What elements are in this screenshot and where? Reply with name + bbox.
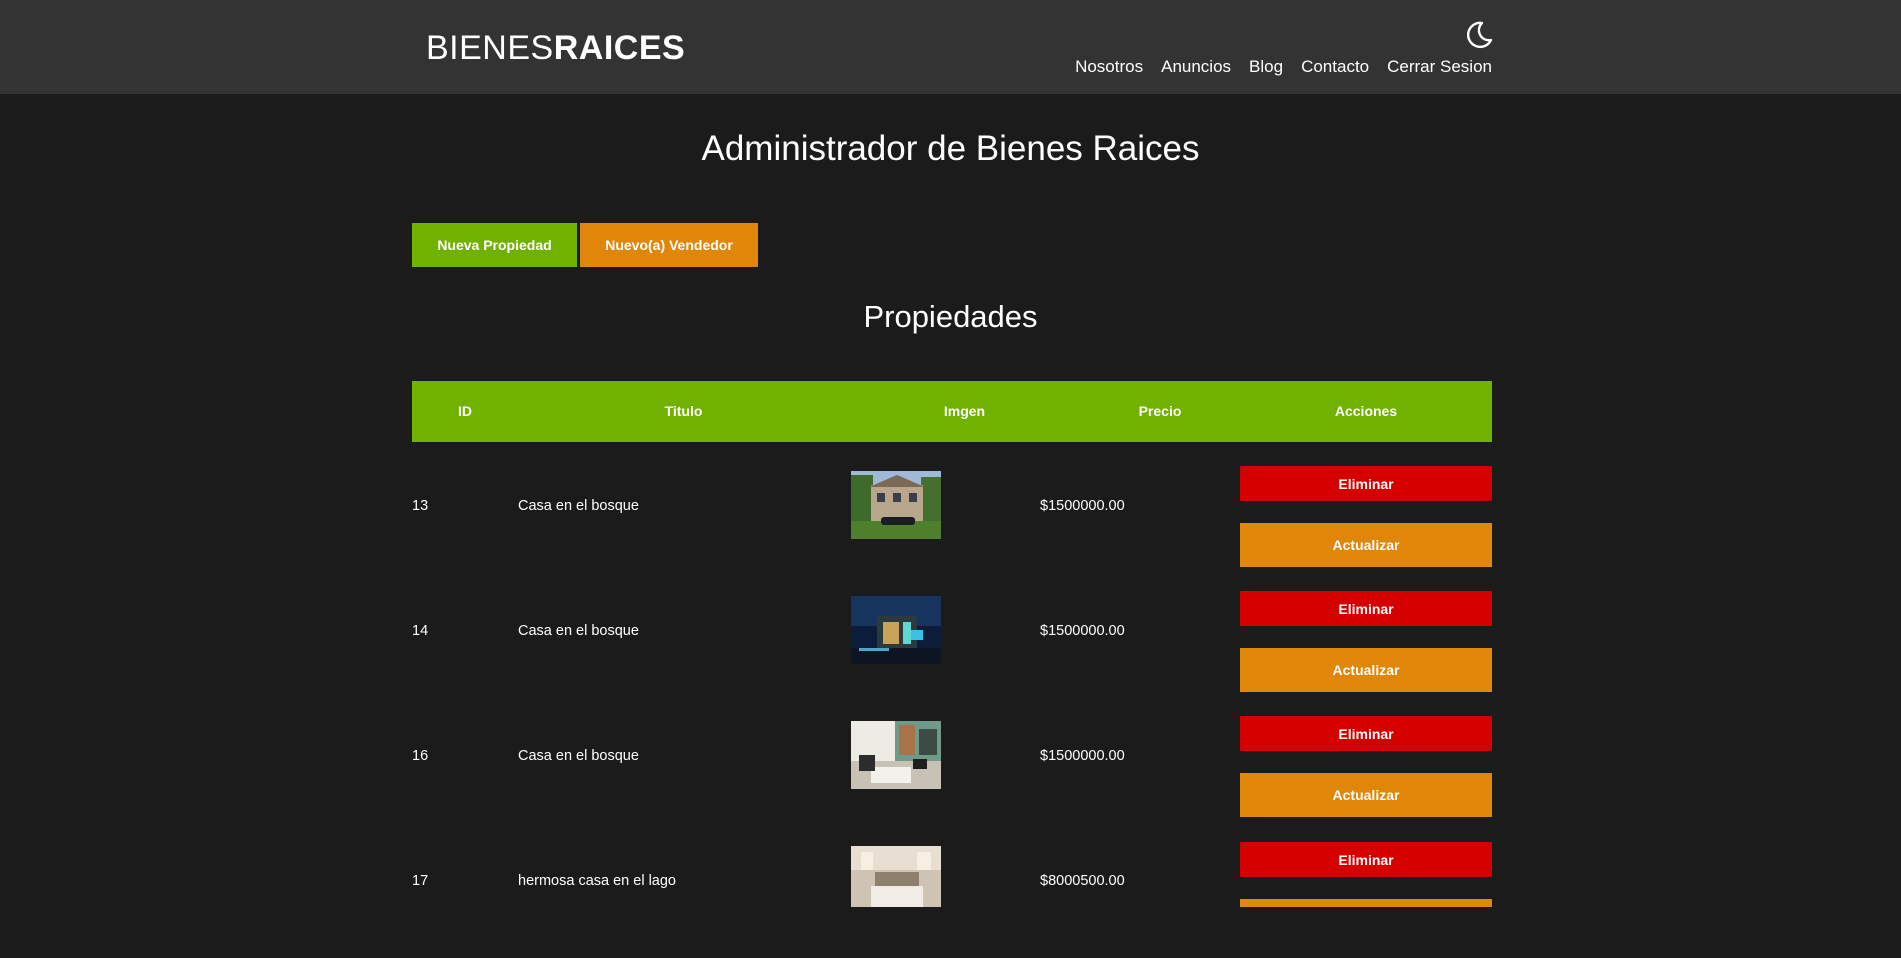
table-row: 14 Casa en el bosque $1500000.00 Elimina… [412, 582, 1492, 708]
property-title: Casa en el bosque [518, 498, 639, 514]
column-header-imagen: Imgen [943, 403, 986, 419]
property-id: 13 [412, 498, 429, 514]
update-button[interactable]: Actualizar [1240, 523, 1492, 567]
section-title: Propiedades [863, 299, 1038, 334]
nav-link-cerrar-sesion[interactable]: Cerrar Sesion [1387, 56, 1492, 78]
logo-text-bold: RAICES [553, 29, 686, 67]
column-header-precio: Precio [1138, 403, 1182, 419]
property-image [851, 596, 941, 664]
column-header-acciones: Acciones [1334, 403, 1398, 419]
update-button[interactable]: Actualizar [1240, 773, 1492, 817]
site-logo[interactable]: BIENESRAICES [426, 28, 685, 68]
property-price: $1500000.00 [1040, 623, 1125, 639]
table-row: 16 Casa en el bosque $1500000.00 Elimina… [412, 707, 1492, 833]
delete-button[interactable]: Eliminar [1240, 716, 1492, 751]
property-image [851, 846, 941, 907]
property-title: Casa en el bosque [518, 623, 639, 639]
main-nav: Nosotros Anuncios Blog Contacto Cerrar S… [1075, 56, 1492, 78]
page-title: Administrador de Bienes Raices [701, 129, 1200, 168]
delete-button[interactable]: Eliminar [1240, 466, 1492, 501]
column-header-id: ID [458, 403, 472, 419]
delete-button[interactable]: Eliminar [1240, 842, 1492, 877]
property-price: $1500000.00 [1040, 748, 1125, 764]
moon-icon[interactable] [1464, 20, 1494, 50]
property-title: Casa en el bosque [518, 748, 639, 764]
property-id: 14 [412, 623, 429, 639]
property-id: 17 [412, 873, 429, 889]
table-row: 17 hermosa casa en el lago $8000500.00 E… [412, 832, 1492, 958]
property-image [851, 471, 941, 539]
nav-link-nosotros[interactable]: Nosotros [1075, 56, 1143, 78]
update-button[interactable]: Actualizar [1240, 648, 1492, 692]
property-id: 16 [412, 748, 429, 764]
nav-link-contacto[interactable]: Contacto [1301, 56, 1369, 78]
table-row: 13 Casa en el bosque $1500000.00 Elimina… [412, 457, 1492, 583]
column-header-titulo: Titulo [664, 403, 703, 419]
nav-link-anuncios[interactable]: Anuncios [1161, 56, 1231, 78]
table-header: ID Titulo Imgen Precio Acciones [412, 381, 1492, 442]
property-title: hermosa casa en el lago [518, 873, 676, 889]
new-property-button[interactable]: Nueva Propiedad [412, 223, 577, 267]
site-header: BIENESRAICES Nosotros Anuncios Blog Cont… [0, 0, 1901, 94]
logo-text-light: BIENES [426, 29, 554, 67]
property-price: $1500000.00 [1040, 498, 1125, 514]
new-seller-button[interactable]: Nuevo(a) Vendedor [580, 223, 758, 267]
property-image [851, 721, 941, 789]
property-price: $8000500.00 [1040, 873, 1125, 889]
nav-link-blog[interactable]: Blog [1249, 56, 1283, 78]
update-button[interactable] [1240, 899, 1492, 907]
delete-button[interactable]: Eliminar [1240, 591, 1492, 626]
